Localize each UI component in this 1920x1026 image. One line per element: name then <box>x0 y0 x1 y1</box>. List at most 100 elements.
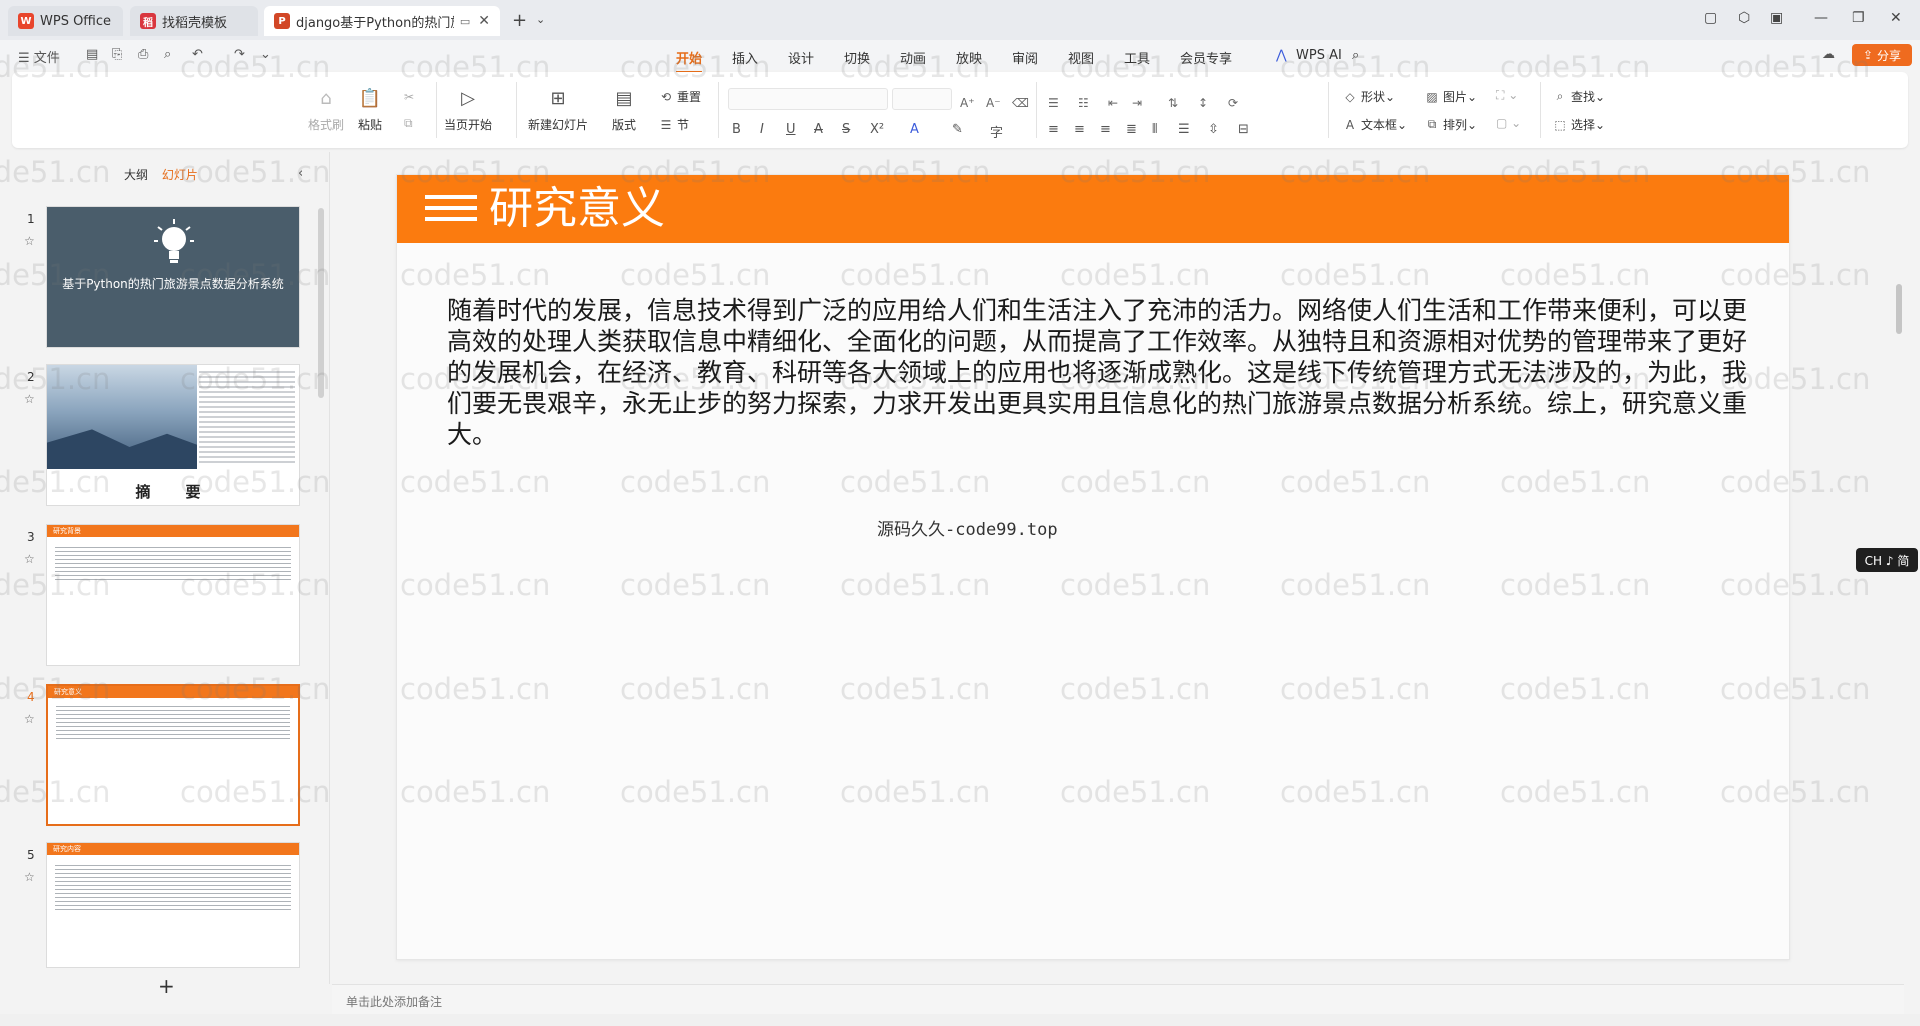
tab-template-store[interactable]: 稻 找稻壳模板 <box>130 6 258 36</box>
copy-icon[interactable]: ⧉ <box>404 116 413 131</box>
star-icon[interactable]: ☆ <box>24 552 35 566</box>
slide-thumbnail-4[interactable]: 研究意义 <box>46 684 300 826</box>
chevron-down-icon[interactable]: ⌄ <box>260 47 271 62</box>
export-icon[interactable]: ⎘ <box>112 47 122 62</box>
tab-view[interactable]: 视图 <box>1068 48 1094 67</box>
section-button[interactable]: ☰ 节 <box>658 116 689 133</box>
tab-design[interactable]: 设计 <box>788 48 814 67</box>
tab-insert[interactable]: 插入 <box>732 48 758 67</box>
shapes-button[interactable]: ◇ 形状 ⌄ <box>1342 88 1395 105</box>
underline-icon[interactable]: U <box>786 122 796 137</box>
source-note[interactable]: 源码久久-code99.top <box>877 515 1058 540</box>
convert-icon[interactable]: ⟳ <box>1228 96 1238 110</box>
close-window-icon[interactable]: ✕ <box>1890 10 1902 26</box>
tab-document[interactable]: P django基于Python的热门旅 ▭ ✕ <box>264 6 500 36</box>
reset-button[interactable]: ⟲ 重置 <box>658 88 701 105</box>
share-button[interactable]: ⇪ 分享 <box>1852 44 1912 66</box>
slide-thumbnail-1[interactable]: 基于Python的热门旅游景点数据分析系统 <box>46 206 300 348</box>
distribute-icon[interactable]: ☰ <box>1178 122 1190 137</box>
add-tab-icon[interactable]: + <box>512 10 527 31</box>
star-icon[interactable]: ☆ <box>24 870 35 884</box>
tab-tools[interactable]: 工具 <box>1124 48 1150 67</box>
redo-icon[interactable]: ↷ <box>234 47 245 62</box>
font-size-select[interactable] <box>892 88 952 110</box>
tab-slideshow[interactable]: 放映 <box>956 48 982 67</box>
superscript-icon[interactable]: X² <box>870 122 884 137</box>
strike-s-icon[interactable]: S <box>842 122 850 137</box>
undo-icon[interactable]: ↶ <box>192 47 203 62</box>
bold-icon[interactable]: B <box>732 122 741 137</box>
find-button[interactable]: ⌕ 查找 ⌄ <box>1552 88 1605 105</box>
paste-button[interactable]: 📋 粘贴 <box>358 86 382 133</box>
avatar[interactable]: ▣ <box>1770 10 1783 26</box>
save-icon[interactable]: ▤ <box>86 47 98 62</box>
layout-button[interactable]: ▤ 版式 <box>612 86 636 133</box>
paragraph-spacing-icon[interactable]: ⇳ <box>1208 122 1219 137</box>
columns-icon[interactable]: ⫴ <box>1152 122 1157 137</box>
tab-home[interactable]: 开始 <box>676 48 703 73</box>
slide-body-text[interactable]: 随着时代的发展，信息技术得到广泛的应用给人们和生活注入了充沛的活力。网络使人们生… <box>447 295 1747 450</box>
text-box-align-icon[interactable]: ⊟ <box>1238 122 1249 137</box>
minimize-icon[interactable]: — <box>1814 10 1828 26</box>
increase-font-icon[interactable]: A⁺ <box>960 96 975 110</box>
notes-placeholder[interactable]: 单击此处添加备注 <box>346 993 442 1010</box>
phonetic-icon[interactable]: 字 <box>990 122 1003 141</box>
ime-indicator[interactable]: CH ♪ 简 <box>1856 548 1918 572</box>
print-preview-icon[interactable]: ⌕ <box>164 47 171 62</box>
bullets-icon[interactable]: ☰ <box>1048 96 1059 110</box>
collapse-panel-icon[interactable]: ‹ <box>298 166 303 181</box>
cloud-icon[interactable]: ☁ <box>1822 47 1835 62</box>
wps-ai-button[interactable]: WPS AI <box>1296 48 1342 63</box>
restore-icon[interactable]: ❐ <box>1852 10 1865 26</box>
font-family-select[interactable] <box>728 88 888 110</box>
slide-thumbnail-3[interactable]: 研究背景 <box>46 524 300 666</box>
strikethrough-icon[interactable]: A <box>814 122 823 137</box>
star-icon[interactable]: ☆ <box>24 392 35 406</box>
scrollbar-thumb[interactable] <box>1896 284 1902 334</box>
line-spacing-icon[interactable]: ↕ <box>1198 96 1208 110</box>
arrange-button[interactable]: ⧉ 排列 ⌄ <box>1424 116 1477 133</box>
slide-thumbnail-2[interactable]: 摘 要 <box>46 364 300 506</box>
align-right-icon[interactable]: ≡ <box>1100 122 1111 137</box>
new-slide-button[interactable]: ⊞ 新建幻灯片 <box>528 86 588 133</box>
align-left-icon[interactable]: ≡ <box>1048 122 1059 137</box>
decrease-indent-icon[interactable]: ⇤ <box>1108 96 1118 110</box>
slide-thumbnail-5[interactable]: 研究内容 <box>46 842 300 968</box>
file-menu[interactable]: ☰ 文件 <box>18 47 60 66</box>
star-icon[interactable]: ☆ <box>24 234 35 248</box>
panel-scrollbar[interactable] <box>318 208 324 398</box>
search-icon[interactable]: ⌕ <box>1352 48 1359 63</box>
tab-transitions[interactable]: 切换 <box>844 48 870 67</box>
current-slide[interactable]: 研究意义 随着时代的发展，信息技术得到广泛的应用给人们和生活注入了充沛的活力。网… <box>396 174 1790 960</box>
chevron-down-icon[interactable]: ⌄ <box>536 13 545 26</box>
font-color-icon[interactable]: A <box>910 122 919 137</box>
close-tab-icon[interactable]: ✕ <box>478 13 490 29</box>
cut-icon[interactable]: ✂ <box>404 90 414 104</box>
add-slide-button[interactable]: + <box>158 974 175 998</box>
window-layout-icon[interactable]: ▢ <box>1704 10 1717 26</box>
cube-icon[interactable]: ⬡ <box>1738 10 1750 26</box>
notes-pane[interactable]: 单击此处添加备注 <box>332 984 1904 1014</box>
highlight-icon[interactable]: ✎ <box>952 122 963 137</box>
tab-slides[interactable]: 幻灯片 <box>162 168 198 182</box>
increase-indent-icon[interactable]: ⇥ <box>1132 96 1142 110</box>
justify-icon[interactable]: ≣ <box>1126 122 1137 137</box>
eraser-icon[interactable]: ⌫ <box>1012 96 1029 110</box>
tab-outline[interactable]: 大纲 <box>124 168 148 182</box>
tab-review[interactable]: 审阅 <box>1012 48 1038 67</box>
star-icon[interactable]: ☆ <box>24 712 35 726</box>
numbering-icon[interactable]: ☷ <box>1078 96 1089 110</box>
text-direction-icon[interactable]: ⇅ <box>1168 96 1178 110</box>
picture-button[interactable]: ▨ 图片 ⌄ <box>1424 88 1477 105</box>
tab-animations[interactable]: 动画 <box>900 48 926 67</box>
tab-member[interactable]: 会员专享 <box>1180 48 1232 67</box>
align-center-icon[interactable]: ≡ <box>1074 122 1085 137</box>
slide-title[interactable]: 研究意义 <box>489 185 665 233</box>
decrease-font-icon[interactable]: A⁻ <box>986 96 1001 110</box>
outline-icon[interactable]: ▢ ⌄ <box>1496 116 1521 130</box>
italic-icon[interactable]: I <box>760 122 764 137</box>
screen-icon[interactable]: ▭ <box>460 15 470 28</box>
tab-wps-office[interactable]: W WPS Office <box>8 6 123 36</box>
textbox-button[interactable]: A 文本框 ⌄ <box>1342 116 1407 133</box>
play-from-current-button[interactable]: ▷ 当页开始 <box>444 86 492 133</box>
